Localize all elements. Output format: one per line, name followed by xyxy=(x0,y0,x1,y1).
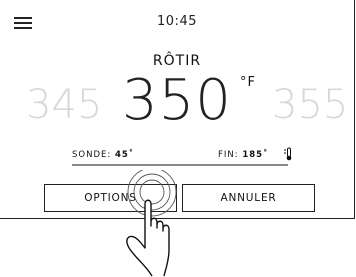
end-label: FIN: xyxy=(218,150,239,160)
probe-temperature: SONDE: 45˚ xyxy=(72,150,134,160)
cancel-button[interactable]: ANNULER xyxy=(182,184,315,212)
divider-line xyxy=(72,164,288,166)
thermometer-icon xyxy=(284,147,292,161)
temperature-next-option[interactable]: 355 xyxy=(272,80,348,130)
probe-value: 45˚ xyxy=(114,150,135,160)
temperature-unit: °F xyxy=(240,75,256,90)
end-value: 185˚ xyxy=(242,150,269,160)
probe-label: SONDE: xyxy=(72,150,112,160)
pointing-hand-tap-icon xyxy=(126,170,177,277)
clock-time: 10:45 xyxy=(157,14,197,29)
end-temperature: FIN: 185˚ xyxy=(218,150,268,160)
